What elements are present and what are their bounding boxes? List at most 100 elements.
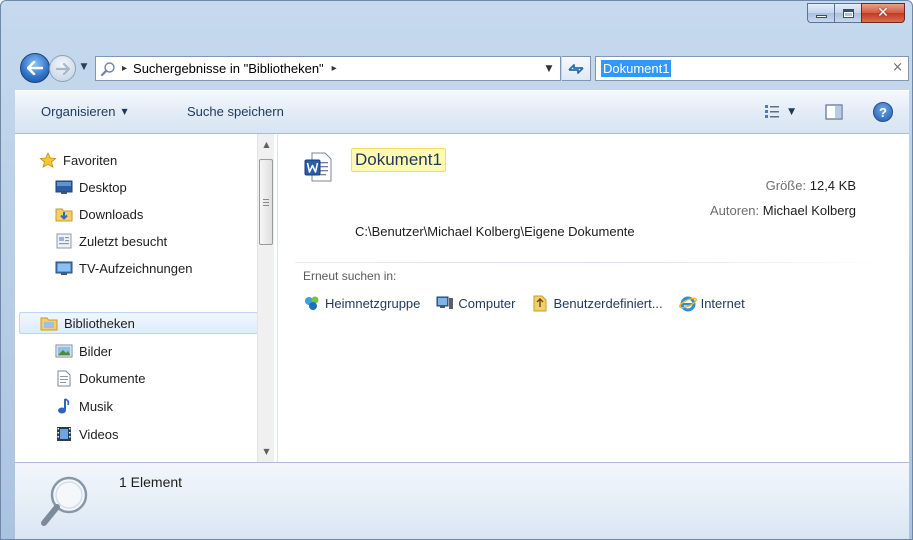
internet-explorer-icon [678, 295, 697, 311]
content-area: Favoriten Desktop Downloads Zuletzt besu… [15, 134, 909, 462]
search-icon [41, 476, 88, 526]
result-title[interactable]: Dokument1 [351, 148, 446, 172]
tree-item-tv-recordings[interactable]: TV-Aufzeichnungen [55, 257, 192, 279]
clear-search-icon[interactable]: × [892, 60, 903, 75]
tv-recordings-icon [55, 260, 73, 276]
save-search-label: Suche speichern [187, 104, 284, 119]
command-bar: Organisieren ▼ Suche speichern ▼ ? [15, 90, 909, 134]
item-count: 1 Element [119, 474, 183, 490]
videos-icon [55, 426, 73, 442]
search-custom-link[interactable]: Benutzerdefiniert... [531, 295, 663, 311]
arrow-right-icon [55, 62, 70, 75]
navigation-bar: ▼ ▸ Suchergebnisse in "Bibliotheken" ▸ ▼… [15, 53, 909, 85]
documents-icon [55, 370, 73, 386]
downloads-folder-icon [55, 206, 73, 222]
result-path: C:\Benutzer\Michael Kolberg\Eigene Dokum… [355, 224, 635, 239]
close-button[interactable]: ✕ [861, 3, 905, 23]
refresh-icon [568, 63, 584, 74]
size-label: Größe: [765, 178, 807, 193]
tree-item-label: Zuletzt besucht [79, 233, 168, 249]
word-document-icon [304, 152, 332, 182]
search-custom-label: Benutzerdefiniert... [553, 295, 663, 311]
search-computer-label: Computer [458, 295, 516, 311]
homegroup-icon [303, 295, 321, 311]
pictures-icon [55, 343, 73, 359]
tree-libraries[interactable]: Bibliotheken [19, 312, 258, 334]
organize-button[interactable]: Organisieren ▼ [41, 104, 128, 119]
forward-button[interactable] [49, 55, 76, 82]
size-value: 12,4 KB [809, 178, 856, 193]
search-internet-label: Internet [700, 295, 745, 311]
tree-item-label: Videos [79, 426, 119, 442]
back-button[interactable] [20, 53, 50, 83]
search-again-label: Erneut suchen in: [303, 269, 397, 283]
navigation-pane[interactable]: Favoriten Desktop Downloads Zuletzt besu… [15, 134, 278, 462]
search-homegroup-link[interactable]: Heimnetzgruppe [303, 295, 420, 311]
star-icon [39, 151, 57, 168]
tree-item-recent[interactable]: Zuletzt besucht [55, 230, 167, 252]
search-icon [96, 57, 120, 80]
tree-item-music[interactable]: Musik [55, 395, 113, 417]
search-again-links: Heimnetzgruppe Computer Benutzerdefinier… [303, 295, 761, 311]
custom-folder-icon [531, 295, 549, 311]
details-view-icon [765, 105, 780, 118]
tree-favorites[interactable]: Favoriten [39, 149, 117, 171]
breadcrumb-search-results[interactable]: Suchergebnisse in "Bibliotheken" [133, 61, 324, 76]
result-size: Größe: 12,4 KB [766, 178, 856, 193]
help-icon[interactable]: ? [873, 102, 893, 122]
scroll-thumb[interactable] [259, 159, 273, 245]
search-result-item[interactable]: Dokument1 Größe: 12,4 KB Autoren: Michae… [301, 144, 891, 244]
explorer-window: ✕ ▼ ▸ Suchergebnisse in "Bibliotheken" ▸… [0, 0, 913, 540]
search-internet-link[interactable]: Internet [678, 295, 745, 311]
libraries-icon [40, 315, 58, 331]
breadcrumb-separator[interactable]: ▸ [122, 63, 127, 74]
recent-places-icon [55, 233, 73, 249]
address-bar[interactable]: ▸ Suchergebnisse in "Bibliotheken" ▸ ▼ [95, 56, 561, 81]
preview-pane-icon[interactable] [825, 104, 843, 120]
authors-value: Michael Kolberg [762, 203, 856, 218]
results-pane: Dokument1 Größe: 12,4 KB Autoren: Michae… [279, 134, 909, 462]
navigation-scrollbar[interactable]: ▲ ▼ [257, 134, 274, 462]
recent-pages-dropdown[interactable]: ▼ [78, 60, 90, 74]
desktop-icon [55, 179, 73, 195]
tree-item-videos[interactable]: Videos [55, 423, 119, 445]
grip-icon [263, 198, 269, 206]
tree-item-label: Dokumente [79, 370, 146, 386]
details-pane: 1 Element [15, 462, 909, 539]
view-controls: ▼ ? [764, 102, 893, 122]
close-icon: ✕ [877, 5, 889, 21]
tree-item-label: Downloads [79, 206, 144, 222]
chevron-down-icon: ▼ [121, 107, 128, 116]
minimize-icon [815, 14, 827, 18]
organize-label: Organisieren [41, 104, 116, 119]
search-computer-link[interactable]: Computer [436, 295, 515, 311]
refresh-button[interactable] [562, 56, 591, 81]
tree-item-label: Bilder [79, 343, 113, 359]
tree-item-pictures[interactable]: Bilder [55, 340, 112, 362]
view-options-dropdown[interactable]: ▼ [788, 107, 795, 117]
tree-item-downloads[interactable]: Downloads [55, 203, 143, 225]
breadcrumb-separator-end[interactable]: ▸ [332, 63, 337, 74]
tree-item-desktop[interactable]: Desktop [55, 176, 127, 198]
tree-item-label: TV-Aufzeichnungen [79, 260, 193, 276]
window-controls: ✕ [807, 3, 905, 23]
tree-favorites-label: Favoriten [63, 152, 118, 168]
change-view-button[interactable] [764, 104, 780, 120]
tree-item-label: Musik [79, 398, 113, 414]
scroll-down-icon[interactable]: ▼ [258, 443, 275, 460]
minimize-button[interactable] [807, 3, 834, 23]
tree-item-documents[interactable]: Dokumente [55, 367, 145, 389]
search-homegroup-label: Heimnetzgruppe [325, 295, 421, 311]
save-search-button[interactable]: Suche speichern [187, 104, 284, 119]
search-input[interactable]: Dokument1 [601, 60, 672, 77]
result-authors: Autoren: Michael Kolberg [710, 203, 856, 218]
address-history-dropdown[interactable]: ▼ [538, 57, 560, 80]
maximize-button[interactable] [834, 3, 861, 23]
scroll-up-icon[interactable]: ▲ [258, 136, 275, 153]
search-box[interactable]: Dokument1 × [595, 56, 909, 81]
authors-label: Autoren: [710, 203, 760, 218]
tree-libraries-label: Bibliotheken [64, 315, 135, 331]
tree-item-label: Desktop [79, 179, 127, 195]
maximize-icon [842, 8, 854, 18]
music-icon [55, 397, 73, 414]
